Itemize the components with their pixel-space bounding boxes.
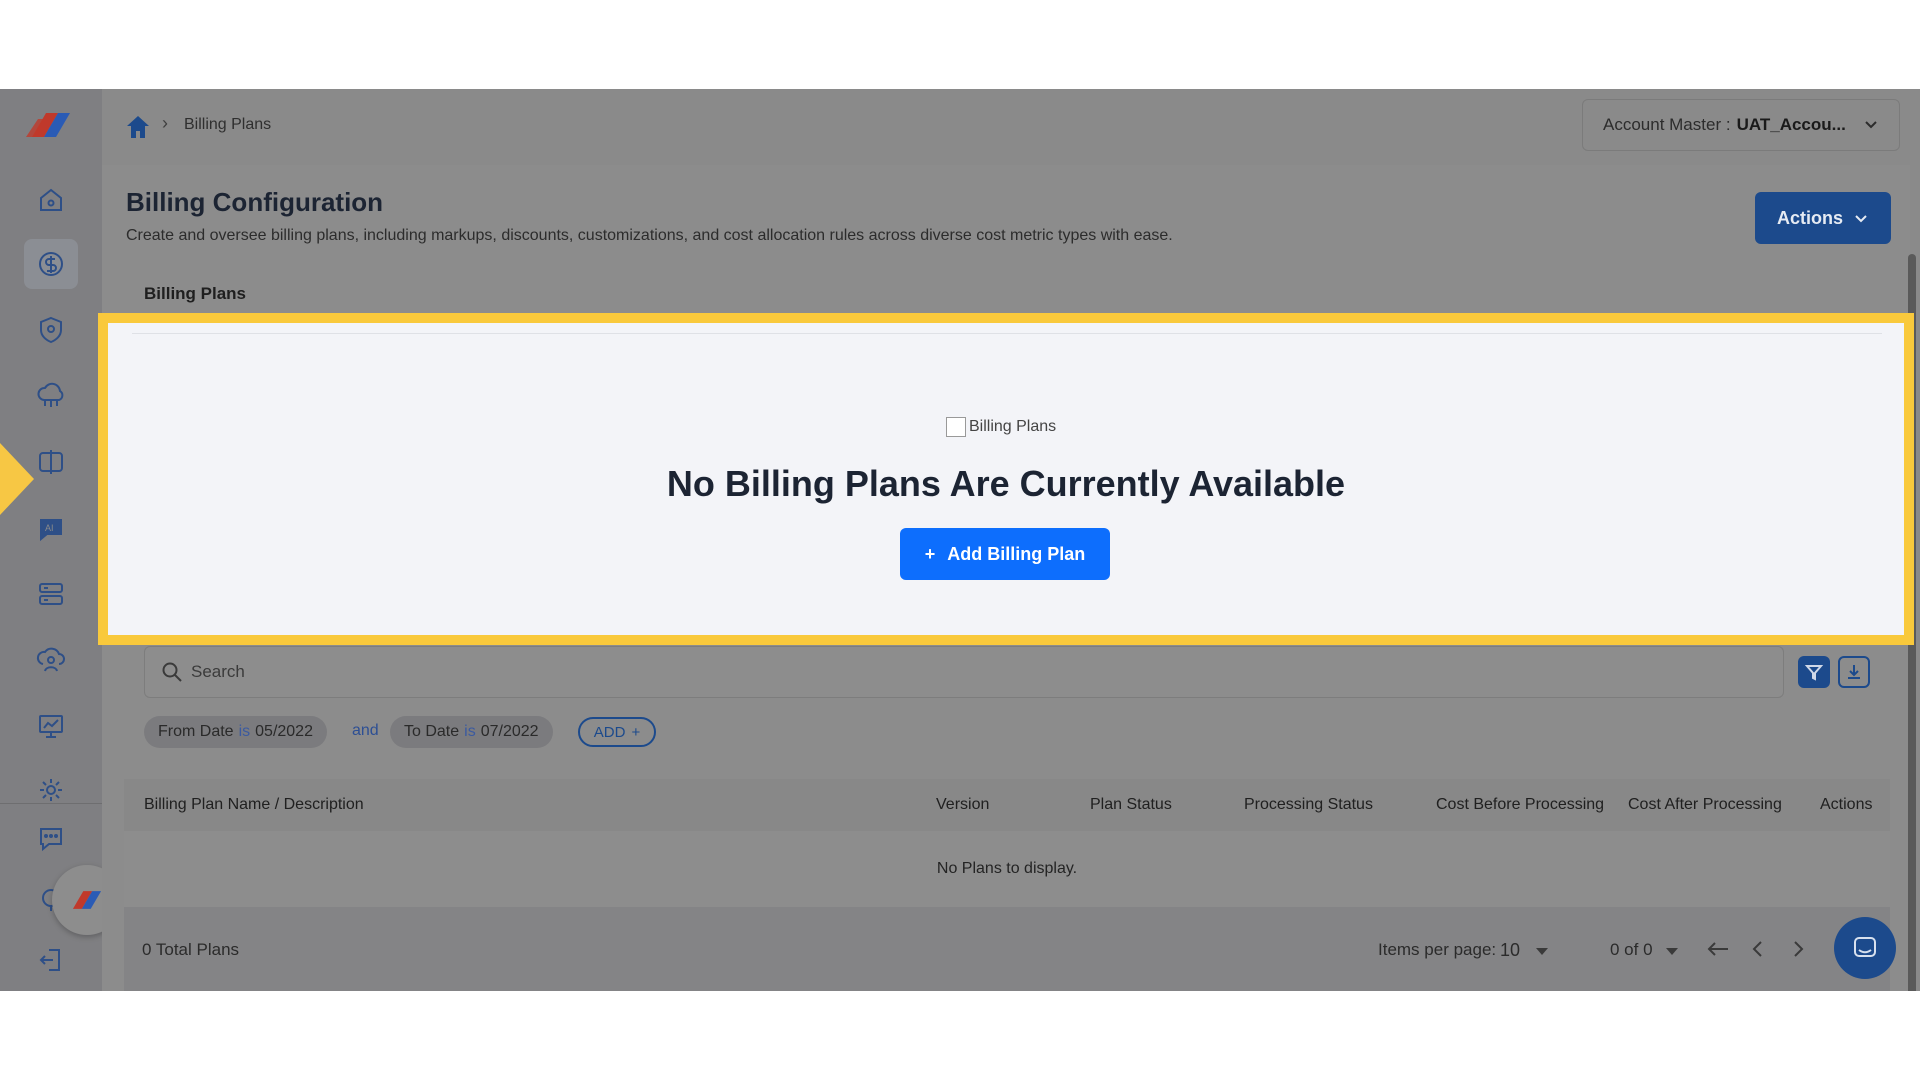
monitor-chart-icon [39, 715, 63, 738]
chip-field: From Date [158, 723, 234, 740]
chip-operator: is [464, 723, 476, 740]
filter-chip-from-date[interactable]: From Date is 05/2022 [144, 716, 327, 748]
first-page-icon[interactable] [1704, 935, 1732, 963]
top-bar: › Billing Plans Account Master : UAT_Acc… [102, 89, 1920, 165]
actions-label: Actions [1776, 207, 1843, 228]
download-button[interactable] [1838, 656, 1870, 688]
sidebar-item-chat[interactable] [24, 813, 78, 863]
table-empty-row: No Plans to display. [124, 831, 1890, 907]
column-header[interactable]: Billing Plan Name / Description [144, 796, 364, 814]
table-footer: 0 Total Plans Items per page: 10 0 of 0 [124, 907, 1890, 991]
page-title: Billing Configuration [126, 187, 384, 217]
filter-joiner: and [352, 722, 379, 739]
add-filter-label: ADD [593, 723, 626, 741]
sidebar-item-users[interactable] [24, 635, 78, 685]
column-header[interactable]: Cost After Processing [1628, 796, 1782, 814]
items-per-page-label: Items per page: [1378, 940, 1497, 959]
filter-icon [1804, 665, 1824, 681]
next-page-icon[interactable] [1784, 935, 1812, 963]
page-range[interactable]: 0 of 0 [1610, 940, 1653, 960]
page-description: Create and oversee billing plans, includ… [126, 227, 1173, 244]
sidebar-item-server[interactable] [24, 569, 78, 619]
chevron-down-icon [1855, 215, 1867, 223]
pointer-arrow [0, 443, 34, 515]
items-per-page-select[interactable]: 10 [1500, 940, 1520, 961]
search-placeholder: Search [191, 662, 245, 681]
add-billing-plan-label: Add Billing Plan [947, 543, 1086, 564]
prev-page-icon[interactable] [1744, 935, 1772, 963]
breadcrumb-separator-icon: › [162, 113, 168, 133]
total-count: 0 Total Plans [142, 940, 240, 959]
home-icon [40, 188, 62, 211]
broken-image-icon [946, 417, 966, 437]
search-icon [162, 662, 182, 682]
sidebar-item-billing[interactable] [24, 239, 78, 289]
add-filter-button[interactable]: ADD + [578, 717, 656, 747]
brand-logo-icon [72, 891, 102, 909]
settings-icon [40, 779, 62, 801]
search-input[interactable]: Search [144, 646, 1784, 698]
sidebar-item-reports[interactable] [24, 701, 78, 751]
server-icon [39, 583, 63, 605]
table-header: Billing Plan Name / Description Version … [124, 779, 1890, 831]
tab-billing-plans[interactable]: Billing Plans [144, 284, 246, 304]
account-label: Account Master : [1603, 115, 1731, 134]
download-icon [1848, 665, 1860, 679]
account-value: UAT_Accou... [1736, 115, 1846, 134]
column-header[interactable]: Plan Status [1090, 796, 1172, 814]
empty-state-image: Billing Plans [946, 417, 1056, 437]
column-header: Actions [1820, 796, 1873, 813]
compare-icon [39, 450, 63, 474]
sidebar: AI [0, 89, 102, 991]
actions-button[interactable]: Actions [1755, 192, 1891, 244]
shield-icon [40, 316, 62, 344]
logout-icon [39, 949, 60, 971]
ai-chat-icon: AI [40, 519, 62, 542]
chip-value: 05/2022 [255, 723, 313, 740]
sidebar-item-cloud[interactable] [24, 371, 78, 421]
sidebar-item-logout[interactable] [24, 935, 78, 985]
panel-divider [132, 333, 1882, 334]
sidebar-item-settings[interactable] [24, 765, 78, 815]
chat-icon [1854, 937, 1876, 957]
column-header[interactable]: Cost Before Processing [1436, 796, 1608, 814]
chip-field: To Date [404, 723, 460, 740]
plus-icon: + [924, 543, 936, 564]
brand-logo[interactable] [24, 107, 78, 143]
chevron-down-icon [1865, 121, 1877, 129]
chat-dots-icon [40, 828, 62, 852]
chat-launcher-button[interactable] [1834, 917, 1896, 979]
chip-operator: is [238, 723, 251, 740]
plus-icon: + [631, 723, 641, 741]
filter-chip-to-date[interactable]: To Date is 07/2022 [390, 716, 553, 748]
column-header[interactable]: Version [936, 796, 989, 814]
empty-state-image-alt: Billing Plans [969, 418, 1057, 435]
column-header[interactable]: Processing Status [1244, 796, 1373, 814]
cloud-network-icon [37, 382, 64, 407]
cloud-user-icon [36, 647, 65, 672]
add-billing-plan-button[interactable]: + Add Billing Plan [900, 528, 1110, 580]
empty-state-title: No Billing Plans Are Currently Available [666, 463, 1346, 504]
app-frame: AI 23 › B [0, 89, 1920, 991]
sidebar-item-security[interactable] [24, 305, 78, 355]
sidebar-divider [0, 803, 102, 804]
empty-state-panel: Billing Plans No Billing Plans Are Curre… [98, 313, 1914, 645]
breadcrumb-item[interactable]: Billing Plans [184, 116, 271, 134]
breadcrumb-home-icon[interactable] [124, 113, 152, 141]
sidebar-item-home[interactable] [24, 175, 78, 225]
account-selector[interactable]: Account Master : UAT_Accou... [1582, 99, 1900, 151]
dollar-icon [39, 252, 63, 276]
chip-value: 07/2022 [480, 723, 539, 740]
caret-down-icon[interactable] [1666, 948, 1678, 955]
svg-text:AI: AI [45, 523, 54, 533]
caret-down-icon[interactable] [1536, 948, 1548, 955]
filter-button[interactable] [1798, 656, 1830, 688]
